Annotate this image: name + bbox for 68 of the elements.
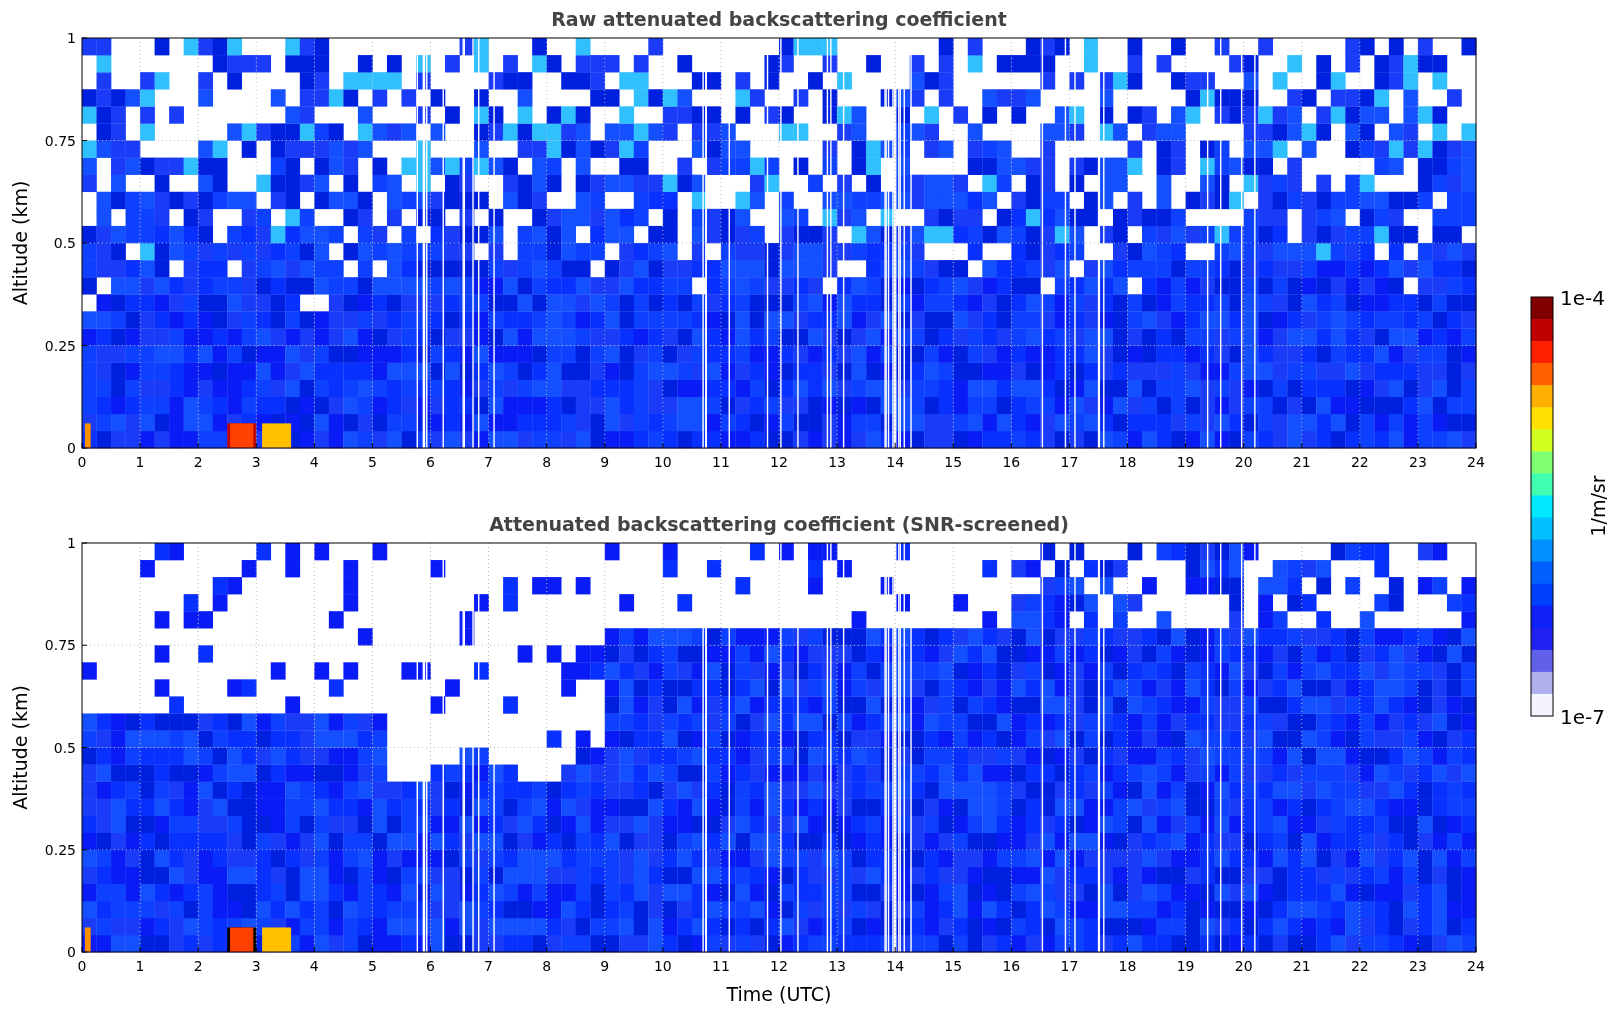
- x-tick-label: 13: [828, 454, 846, 470]
- x-tick-label: 15: [944, 958, 963, 974]
- x-tick-label: 5: [367, 454, 377, 470]
- x-tick-label: 15: [944, 454, 963, 470]
- x-tick-label: 22: [1350, 454, 1369, 470]
- x-tick-label: 2: [193, 454, 203, 470]
- x-tick-label: 9: [600, 958, 610, 974]
- x-tick-label: 21: [1292, 958, 1311, 974]
- x-tick-label: 16: [1002, 454, 1021, 470]
- x-tick-label: 1: [135, 454, 145, 470]
- x-tick-label: 19: [1176, 958, 1195, 974]
- colorbar-max-label: 1e-4: [1560, 286, 1605, 310]
- x-tick-label: 6: [426, 958, 435, 974]
- x-tick-label: 14: [886, 958, 905, 974]
- x-tick-label: 3: [251, 958, 261, 974]
- x-tick-label: 17: [1060, 454, 1079, 470]
- x-tick-label: 18: [1118, 958, 1137, 974]
- x-tick-label: 11: [712, 454, 730, 470]
- x-tick-label: 20: [1234, 958, 1253, 974]
- x-tick-label: 8: [542, 454, 552, 470]
- y-tick-label: 0.25: [44, 841, 76, 858]
- plot-title: Raw attenuated backscattering coefficient: [551, 8, 1007, 30]
- x-tick-label: 10: [653, 454, 672, 470]
- x-tick-label: 7: [484, 958, 494, 974]
- y-tick-label: 0: [67, 944, 76, 960]
- x-tick-label: 18: [1118, 454, 1137, 470]
- x-tick-label: 21: [1292, 454, 1311, 470]
- y-tick-label: 0: [67, 440, 76, 456]
- x-tick-label: 23: [1409, 958, 1427, 974]
- x-tick-label: 2: [193, 958, 203, 974]
- y-tick-label: 0.75: [44, 132, 76, 149]
- x-tick-label: 17: [1060, 958, 1079, 974]
- y-tick-label: 1: [67, 30, 76, 46]
- y-axis-label: Altitude (km): [9, 180, 31, 306]
- x-tick-label: 12: [770, 958, 788, 974]
- y-tick-label: 0.5: [53, 235, 76, 251]
- x-tick-label: 14: [886, 454, 905, 470]
- x-tick-label: 1: [135, 958, 145, 974]
- y-axis-label: Altitude (km): [9, 685, 31, 810]
- x-axis-label: Time (UTC): [726, 983, 832, 1005]
- x-tick-label: 0: [77, 958, 87, 974]
- y-tick-label: 0.75: [44, 637, 76, 654]
- x-tick-label: 12: [770, 454, 788, 470]
- x-tick-label: 24: [1467, 454, 1485, 470]
- x-tick-label: 22: [1350, 958, 1369, 974]
- x-tick-label: 16: [1002, 958, 1021, 974]
- x-tick-label: 10: [653, 958, 672, 974]
- x-tick-label: 24: [1467, 958, 1485, 974]
- plot-title: Attenuated backscattering coefficient (SNR-screened): [489, 513, 1069, 535]
- x-tick-label: 7: [484, 454, 494, 470]
- x-tick-label: 23: [1409, 454, 1427, 470]
- x-tick-label: 3: [251, 454, 261, 470]
- x-tick-label: 11: [712, 958, 730, 974]
- x-tick-label: 5: [367, 958, 377, 974]
- x-tick-label: 8: [542, 958, 552, 974]
- y-tick-label: 0.5: [53, 739, 76, 756]
- x-tick-label: 0: [77, 454, 87, 470]
- y-tick-label: 1: [67, 535, 76, 551]
- y-tick-label: 0.25: [44, 337, 76, 354]
- x-tick-label: 4: [309, 454, 319, 470]
- x-tick-label: 13: [828, 958, 846, 974]
- colorbar-min-label: 1e-7: [1560, 705, 1605, 729]
- x-tick-label: 9: [600, 454, 610, 470]
- colorbar-label: 1/m/sr: [1587, 475, 1609, 537]
- x-tick-label: 20: [1234, 454, 1253, 470]
- x-tick-label: 4: [309, 958, 319, 974]
- x-tick-label: 6: [426, 454, 435, 470]
- x-tick-label: 19: [1176, 454, 1195, 470]
